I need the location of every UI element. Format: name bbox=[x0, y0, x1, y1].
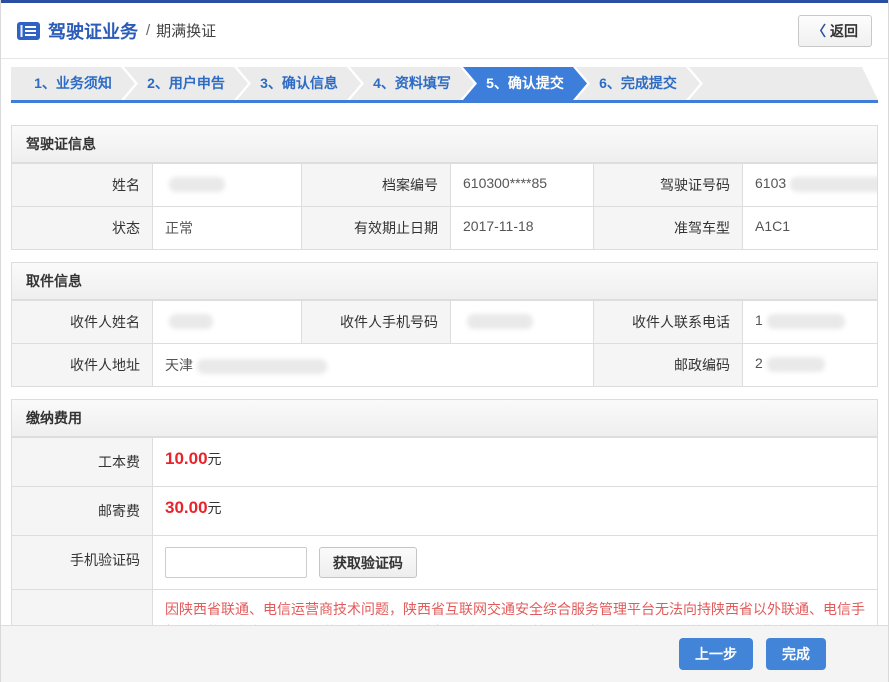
value-postage-fee: 30.00元 bbox=[152, 487, 877, 535]
table-row: 状态 正常 有效期止日期 2017-11-18 准驾车型 A1C1 bbox=[12, 206, 877, 249]
back-button[interactable]: 〈返回 bbox=[798, 15, 872, 47]
step-tab-1[interactable]: 1、业务须知 bbox=[11, 67, 135, 100]
value-expiry-date: 2017-11-18 bbox=[450, 207, 594, 249]
back-button-label: 返回 bbox=[830, 23, 858, 39]
redacted-value bbox=[467, 314, 533, 329]
step-progress-bar: 1、业务须知 2、用户申告 3、确认信息 4、资料填写 5、确认提交 6、完成提… bbox=[11, 67, 878, 103]
footer-action-bar: 上一步 完成 bbox=[1, 625, 888, 682]
step-tab-5-active[interactable]: 5、确认提交 bbox=[463, 67, 587, 100]
value-recipient-address: 天津 bbox=[152, 344, 594, 386]
label-vehicle-class: 准驾车型 bbox=[594, 207, 742, 249]
label-recipient-address: 收件人地址 bbox=[12, 344, 152, 386]
finish-button[interactable]: 完成 bbox=[766, 638, 826, 670]
value-name bbox=[152, 164, 302, 206]
back-chevron-icon: 〈 bbox=[812, 23, 826, 39]
value-recipient-phone: 1 bbox=[742, 301, 877, 343]
value-recipient-mobile bbox=[450, 301, 594, 343]
step-tab-2[interactable]: 2、用户申告 bbox=[124, 67, 248, 100]
step-tab-4[interactable]: 4、资料填写 bbox=[350, 67, 474, 100]
section-license-info: 驾驶证信息 姓名 档案编号 610300****85 驾驶证号码 6103 状态… bbox=[11, 125, 878, 250]
step-bar-filler bbox=[689, 67, 878, 100]
section-title-fees: 缴纳费用 bbox=[12, 400, 877, 437]
get-code-button[interactable]: 获取验证码 bbox=[319, 547, 417, 578]
redacted-value bbox=[767, 357, 825, 372]
redacted-value bbox=[169, 177, 225, 192]
step-tab-6[interactable]: 6、完成提交 bbox=[576, 67, 700, 100]
fee-amount: 10.00 bbox=[165, 449, 208, 468]
table-row: 收件人地址 天津 邮政编码 2 bbox=[12, 343, 877, 386]
value-status: 正常 bbox=[152, 207, 302, 249]
table-row: 邮寄费 30.00元 bbox=[12, 486, 877, 535]
value-file-number: 610300****85 bbox=[450, 164, 594, 206]
sms-code-input[interactable] bbox=[165, 547, 307, 578]
section-pickup-info: 取件信息 收件人姓名 收件人手机号码 收件人联系电话 1 收件人地址 天津 邮政… bbox=[11, 262, 878, 387]
label-sms-code: 手机验证码 bbox=[12, 536, 152, 589]
step-tab-3[interactable]: 3、确认信息 bbox=[237, 67, 361, 100]
label-name: 姓名 bbox=[12, 164, 152, 206]
section-title-license: 驾驶证信息 bbox=[12, 126, 877, 163]
table-row: 姓名 档案编号 610300****85 驾驶证号码 6103 bbox=[12, 163, 877, 206]
previous-step-button[interactable]: 上一步 bbox=[679, 638, 753, 670]
value-recipient-name bbox=[152, 301, 302, 343]
value-vehicle-class: A1C1 bbox=[742, 207, 877, 249]
fee-amount: 30.00 bbox=[165, 498, 208, 517]
redacted-value bbox=[197, 359, 327, 374]
fee-unit: 元 bbox=[208, 451, 222, 467]
label-recipient-name: 收件人姓名 bbox=[12, 301, 152, 343]
page-subtitle: 期满换证 bbox=[156, 20, 216, 41]
table-row: 工本费 10.00元 bbox=[12, 437, 877, 486]
label-postal-code: 邮政编码 bbox=[594, 344, 742, 386]
fee-unit: 元 bbox=[208, 500, 222, 516]
label-recipient-phone: 收件人联系电话 bbox=[594, 301, 742, 343]
value-license-number: 6103 bbox=[742, 164, 877, 206]
label-postage-fee: 邮寄费 bbox=[12, 487, 152, 535]
page-title: 驾驶证业务 bbox=[48, 18, 138, 44]
label-status: 状态 bbox=[12, 207, 152, 249]
label-recipient-mobile: 收件人手机号码 bbox=[302, 301, 450, 343]
redacted-value bbox=[169, 314, 213, 329]
license-list-icon bbox=[17, 22, 40, 40]
label-expiry-date: 有效期止日期 bbox=[302, 207, 450, 249]
label-file-number: 档案编号 bbox=[302, 164, 450, 206]
value-production-fee: 10.00元 bbox=[152, 438, 877, 486]
label-license-number: 驾驶证号码 bbox=[594, 164, 742, 206]
redacted-value bbox=[790, 177, 877, 192]
page-header: 驾驶证业务 / 期满换证 〈返回 bbox=[1, 3, 888, 59]
sms-code-cell: 获取验证码 bbox=[152, 536, 877, 589]
label-production-fee: 工本费 bbox=[12, 438, 152, 486]
redacted-value bbox=[767, 314, 845, 329]
table-row: 收件人姓名 收件人手机号码 收件人联系电话 1 bbox=[12, 300, 877, 343]
value-postal-code: 2 bbox=[742, 344, 877, 386]
title-separator: / bbox=[146, 22, 150, 39]
section-title-pickup: 取件信息 bbox=[12, 263, 877, 300]
table-row: 手机验证码 获取验证码 bbox=[12, 535, 877, 589]
